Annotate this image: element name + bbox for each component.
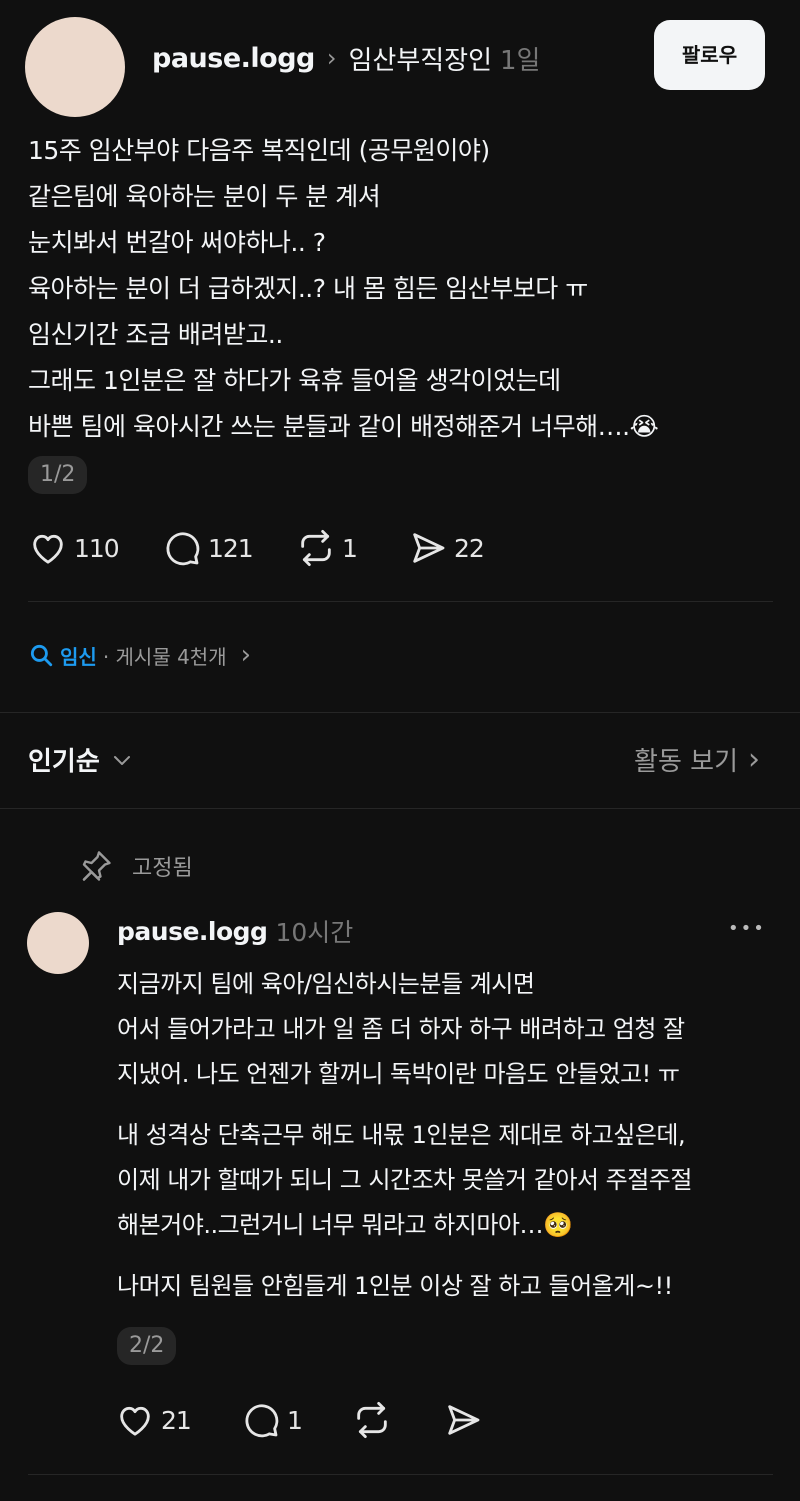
view-activity-label: 활동 보기	[634, 747, 738, 777]
reply-like-count: 21	[161, 1405, 192, 1435]
like-count: 110	[74, 533, 120, 563]
share-count: 22	[454, 533, 485, 563]
reply-comment-count: 1	[287, 1405, 303, 1435]
reply-line: 지금까지 팀에 육아/임신하시는분들 계시면	[117, 970, 535, 998]
reply-line-text: 해본거야..그런거니 너무 뭐라고 하지마아…	[117, 1211, 544, 1239]
follow-button[interactable]: 팔로우	[654, 20, 765, 90]
heart-icon	[33, 534, 63, 564]
reply-line: 내 성격상 단축근무 해도 내몫 1인분은 제대로 하고싶은데,	[117, 1121, 686, 1149]
chevron-down-icon	[113, 755, 130, 765]
send-icon	[413, 533, 445, 563]
reply-pager: 2/2	[117, 1327, 177, 1365]
more-options-icon[interactable]: •••	[728, 918, 766, 939]
sort-dropdown[interactable]: 인기순	[28, 741, 134, 778]
view-activity-link[interactable]: 활동 보기 ›	[634, 741, 760, 778]
reply-line: 이제 내가 할때가 되니 그 시간조차 못쓸거 같아서 주절주절	[117, 1166, 692, 1194]
reply-header: pause.logg 10시간	[117, 913, 353, 949]
reply-line: 어서 들어가라고 내가 일 좀 더 하자 하구 배려하고 엄청 잘	[117, 1015, 685, 1043]
divider	[28, 1474, 773, 1475]
post-line: 눈치봐서 번갈아 써야하나.. ?	[28, 228, 326, 257]
reply-line-emoji: 해본거야..그런거니 너무 뭐라고 하지마아…🥺	[117, 1203, 692, 1248]
reply-line: 지냈어. 나도 언젠가 할꺼니 독박이란 마음도 안들었고! ㅠ	[117, 1060, 680, 1088]
pinned-indicator: 고정됨	[78, 848, 193, 884]
reply-time: 10시간	[275, 918, 354, 947]
post-line-last: 바쁜 팀에 육아시간 쓰는 분들과 같이 배정해준거 너무해….😭	[28, 404, 659, 450]
divider	[28, 601, 773, 602]
post-line-text: 바쁜 팀에 육아시간 쓰는 분들과 같이 배정해준거 너무해….	[28, 412, 630, 441]
section-divider	[0, 808, 800, 809]
author-username[interactable]: pause.logg	[152, 43, 315, 74]
repost-count: 1	[342, 533, 358, 563]
section-divider	[0, 712, 800, 713]
topic-post-count: · 게시물 4천개	[102, 644, 227, 669]
post-header: pause.logg › 임산부직장인 1일	[152, 38, 540, 78]
post-line: 육아하는 분이 더 급하겠지..? 내 몸 힘든 임산부보다 ㅠ	[28, 274, 588, 303]
share-button[interactable]: 22	[408, 528, 485, 568]
comment-button[interactable]: 121	[162, 528, 254, 568]
sort-label: 인기순	[28, 747, 100, 777]
reply-line: 나머지 팀원들 안힘들게 1인분 이상 잘 하고 들어올게~!!	[117, 1272, 673, 1300]
chevron-right-icon: ›	[240, 640, 252, 670]
post-line: 그래도 1인분은 잘 하다가 육휴 들어올 생각이었는데	[28, 366, 561, 395]
like-button[interactable]: 110	[28, 528, 120, 568]
post-line: 임신기간 조금 배려받고..	[28, 320, 283, 349]
topic-name: 임신	[60, 644, 97, 669]
reply-author-avatar[interactable]	[27, 912, 89, 974]
reply-username[interactable]: pause.logg	[117, 917, 268, 946]
crying-face-emoji: 😭	[629, 412, 659, 441]
post-pager: 1/2	[28, 456, 88, 494]
post-body: 15주 임산부야 다음주 복직인데 (공무원이야) 같은팀에 육아하는 분이 두…	[28, 128, 659, 450]
post-line: 같은팀에 육아하는 분이 두 분 계셔	[28, 182, 381, 211]
chevron-right-icon: ›	[748, 742, 760, 777]
send-icon	[448, 1405, 480, 1435]
author-avatar[interactable]	[25, 17, 125, 117]
repost-icon	[301, 529, 331, 567]
topic-link[interactable]: 임신 · 게시물 4천개 ›	[28, 640, 251, 670]
reply-like-button[interactable]: 21	[115, 1400, 192, 1440]
repost-button[interactable]: 1	[296, 528, 358, 568]
reply-body: 지금까지 팀에 육아/임신하시는분들 계시면 어서 들어가라고 내가 일 좀 더…	[117, 962, 692, 1309]
search-icon	[30, 644, 53, 667]
comment-count: 121	[208, 533, 254, 563]
heart-icon	[120, 1406, 150, 1436]
comment-icon	[245, 1404, 279, 1438]
topic-tag[interactable]: 임산부직장인	[348, 40, 492, 77]
pin-icon	[82, 851, 111, 881]
pinned-label: 고정됨	[132, 856, 193, 881]
pleading-face-emoji: 🥺	[543, 1211, 573, 1239]
reply-comment-button[interactable]: 1	[241, 1400, 303, 1440]
repost-icon	[357, 1401, 387, 1439]
post-time: 1일	[500, 45, 541, 76]
reply-repost-button[interactable]	[352, 1400, 392, 1440]
reply-share-button[interactable]	[443, 1400, 483, 1440]
post-line: 15주 임산부야 다음주 복직인데 (공무원이야)	[28, 136, 490, 165]
comment-icon	[166, 532, 200, 566]
chevron-right-icon: ›	[326, 44, 337, 72]
